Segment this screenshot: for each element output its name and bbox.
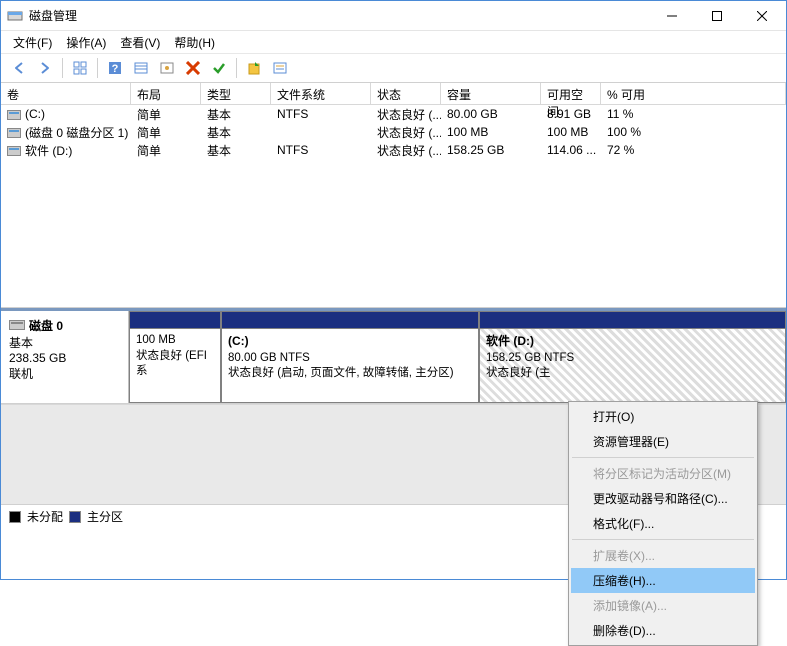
context-menu: 打开(O) 资源管理器(E) 将分区标记为活动分区(M) 更改驱动器号和路径(C… xyxy=(568,401,758,646)
window-controls xyxy=(649,2,784,30)
col-percent[interactable]: % 可用 xyxy=(601,83,786,104)
svg-text:?: ? xyxy=(112,63,119,75)
menu-actions[interactable]: 操作(A) xyxy=(62,32,110,53)
titlebar: 磁盘管理 xyxy=(1,1,786,31)
menu-file[interactable]: 文件(F) xyxy=(9,32,56,53)
list-view-icon[interactable] xyxy=(129,56,153,80)
disk-icon xyxy=(9,320,25,330)
menu-view[interactable]: 查看(V) xyxy=(116,32,164,53)
cm-explorer[interactable]: 资源管理器(E) xyxy=(571,429,755,454)
volume-icon xyxy=(7,146,21,156)
partition-c[interactable]: (C:) 80.00 GB NTFS 状态良好 (启动, 页面文件, 故障转储,… xyxy=(221,311,479,403)
disk-info[interactable]: 磁盘 0 基本 238.35 GB 联机 xyxy=(1,311,129,403)
volume-icon xyxy=(7,128,21,138)
menubar: 文件(F) 操作(A) 查看(V) 帮助(H) xyxy=(1,31,786,53)
forward-button[interactable] xyxy=(33,56,57,80)
grid-view-icon[interactable] xyxy=(68,56,92,80)
disk-mgmt-icon xyxy=(7,8,23,24)
col-status[interactable]: 状态 xyxy=(371,83,441,104)
toolbar: ? xyxy=(1,53,786,83)
column-headers: 卷 布局 类型 文件系统 状态 容量 可用空间 % 可用 xyxy=(1,83,786,105)
properties-icon[interactable] xyxy=(268,56,292,80)
swatch-unallocated xyxy=(9,511,21,523)
partition-d[interactable]: 软件 (D:) 158.25 GB NTFS 状态良好 (主 xyxy=(479,311,786,403)
back-button[interactable] xyxy=(7,56,31,80)
partition-efi[interactable]: 100 MB 状态良好 (EFI 系 xyxy=(129,311,221,403)
legend-unallocated: 未分配 xyxy=(27,508,63,525)
help-icon[interactable]: ? xyxy=(103,56,127,80)
cm-shrink[interactable]: 压缩卷(H)... xyxy=(571,568,755,593)
col-capacity[interactable]: 容量 xyxy=(441,83,541,104)
disk-state: 联机 xyxy=(9,365,120,382)
window-title: 磁盘管理 xyxy=(29,7,649,24)
cm-mark-active: 将分区标记为活动分区(M) xyxy=(571,461,755,486)
menu-help[interactable]: 帮助(H) xyxy=(170,32,219,53)
volume-icon xyxy=(7,110,21,120)
cm-change-letter[interactable]: 更改驱动器号和路径(C)... xyxy=(571,486,755,511)
cm-extend: 扩展卷(X)... xyxy=(571,543,755,568)
disk-label: 磁盘 0 xyxy=(29,319,63,333)
cm-open[interactable]: 打开(O) xyxy=(571,404,755,429)
close-button[interactable] xyxy=(739,2,784,30)
volume-list: 卷 布局 类型 文件系统 状态 容量 可用空间 % 可用 (C:)简单基本NTF… xyxy=(1,83,786,308)
disk-type: 基本 xyxy=(9,334,120,351)
col-free[interactable]: 可用空间 xyxy=(541,83,601,104)
minimize-button[interactable] xyxy=(649,2,694,30)
settings-icon[interactable] xyxy=(155,56,179,80)
cm-delete[interactable]: 删除卷(D)... xyxy=(571,618,755,643)
maximize-button[interactable] xyxy=(694,2,739,30)
check-icon[interactable] xyxy=(207,56,231,80)
disk-row: 磁盘 0 基本 238.35 GB 联机 100 MB 状态良好 (EFI 系 … xyxy=(1,311,786,404)
refresh-icon[interactable] xyxy=(242,56,266,80)
disk-size: 238.35 GB xyxy=(9,351,120,365)
cm-format[interactable]: 格式化(F)... xyxy=(571,511,755,536)
legend-primary: 主分区 xyxy=(87,508,123,525)
disk-partitions: 100 MB 状态良好 (EFI 系 (C:) 80.00 GB NTFS 状态… xyxy=(129,311,786,403)
delete-icon[interactable] xyxy=(181,56,205,80)
col-volume[interactable]: 卷 xyxy=(1,83,131,104)
col-layout[interactable]: 布局 xyxy=(131,83,201,104)
col-filesystem[interactable]: 文件系统 xyxy=(271,83,371,104)
volume-row[interactable]: (磁盘 0 磁盘分区 1)简单基本状态良好 (...100 MB100 MB10… xyxy=(1,123,786,141)
col-type[interactable]: 类型 xyxy=(201,83,271,104)
swatch-primary xyxy=(69,511,81,523)
cm-mirror: 添加镜像(A)... xyxy=(571,593,755,618)
volume-row[interactable]: (C:)简单基本NTFS状态良好 (...80.00 GB8.91 GB11 % xyxy=(1,105,786,123)
volume-row[interactable]: 软件 (D:)简单基本NTFS状态良好 (...158.25 GB114.06 … xyxy=(1,141,786,159)
